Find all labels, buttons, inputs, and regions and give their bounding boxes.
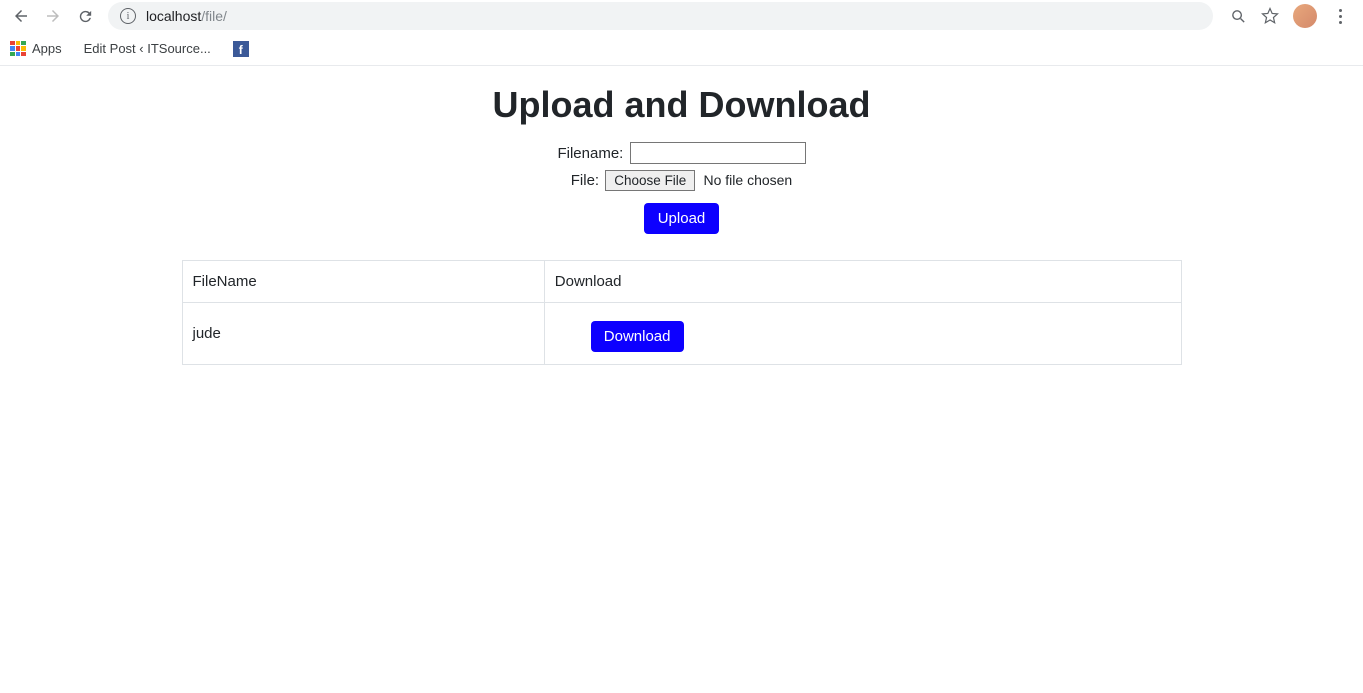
bookmark-edit-post[interactable]: Edit Post ‹ ITSource... xyxy=(84,41,211,56)
browser-menu-icon[interactable] xyxy=(1331,7,1349,25)
browser-toolbar: i localhost/file/ xyxy=(0,0,1363,32)
bookmark-label: Edit Post ‹ ITSource... xyxy=(84,41,211,56)
choose-file-button[interactable]: Choose File xyxy=(605,170,695,191)
bookmarks-bar: Apps Edit Post ‹ ITSource... f xyxy=(0,32,1363,66)
cell-filename: jude xyxy=(182,303,544,365)
filename-label: Filename: xyxy=(557,145,623,162)
file-status-text: No file chosen xyxy=(704,172,793,188)
file-row: File: Choose File No file chosen xyxy=(0,170,1363,191)
address-bar[interactable]: i localhost/file/ xyxy=(108,2,1213,30)
upload-row: Upload xyxy=(0,197,1363,234)
apps-label: Apps xyxy=(32,41,62,56)
url-host: localhost xyxy=(146,8,201,24)
bookmark-facebook[interactable]: f xyxy=(233,41,249,57)
site-info-icon[interactable]: i xyxy=(120,8,136,24)
page-content: Upload and Download Filename: File: Choo… xyxy=(0,66,1363,365)
col-download: Download xyxy=(544,261,1181,303)
table-header-row: FileName Download xyxy=(182,261,1181,303)
toolbar-right xyxy=(1223,4,1355,28)
col-filename: FileName xyxy=(182,261,544,303)
upload-form: Filename: File: Choose File No file chos… xyxy=(0,142,1363,234)
facebook-icon: f xyxy=(233,41,249,57)
apps-icon xyxy=(10,41,26,57)
profile-avatar[interactable] xyxy=(1293,4,1317,28)
upload-button[interactable]: Upload xyxy=(644,203,720,234)
filename-input[interactable] xyxy=(630,142,806,164)
forward-button[interactable] xyxy=(40,3,66,29)
bookmark-star-icon[interactable] xyxy=(1261,7,1279,25)
back-button[interactable] xyxy=(8,3,34,29)
download-button[interactable]: Download xyxy=(591,321,684,352)
url-path: /file/ xyxy=(201,8,227,24)
file-label: File: xyxy=(571,172,599,189)
page-title: Upload and Download xyxy=(0,84,1363,126)
apps-shortcut[interactable]: Apps xyxy=(10,41,62,57)
table-row: jude Download xyxy=(182,303,1181,365)
zoom-icon[interactable] xyxy=(1229,7,1247,25)
cell-download: Download xyxy=(544,303,1181,365)
filename-row: Filename: xyxy=(0,142,1363,164)
reload-button[interactable] xyxy=(72,3,98,29)
files-table-wrap: FileName Download jude Download xyxy=(182,260,1182,365)
files-table: FileName Download jude Download xyxy=(182,260,1182,365)
